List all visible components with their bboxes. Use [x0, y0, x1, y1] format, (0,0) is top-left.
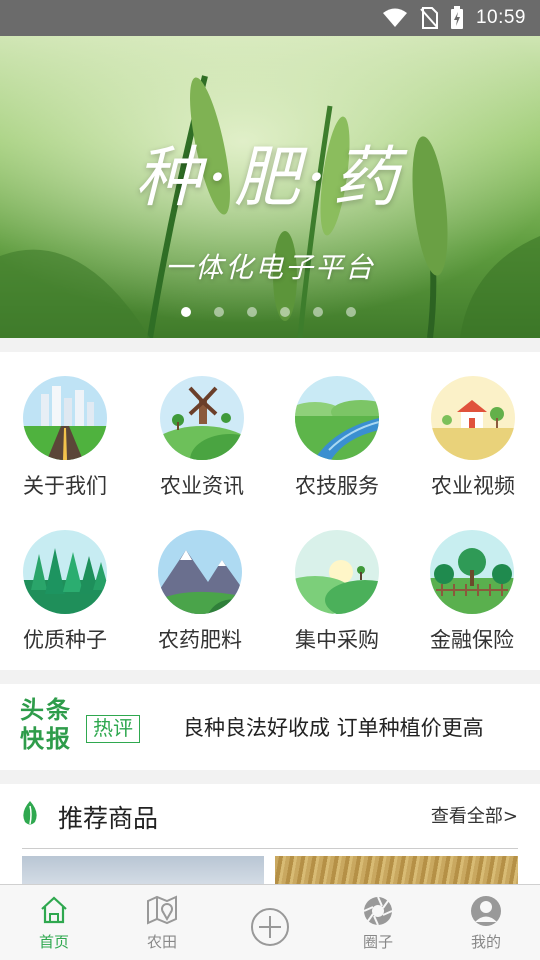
tab-label: 首页 [38, 933, 69, 951]
category-label: 农技服务 [295, 474, 379, 498]
bottom-tab-bar: 首页 农田 圈子 我的 [0, 884, 540, 960]
carousel-indicator [181, 307, 356, 317]
recommend-section: 推荐商品 查看全部> [0, 784, 540, 886]
clock: 10:59 [475, 7, 526, 28]
category-label: 集中采购 [295, 628, 379, 652]
home-icon [41, 896, 67, 924]
tab-label: 我的 [470, 933, 501, 951]
no-sim-icon [420, 7, 438, 29]
category-agri-video[interactable]: 农业视频 [413, 376, 533, 500]
banner-carousel[interactable]: 种·肥·药 一体化电子平台 [0, 36, 540, 338]
recommend-title: 推荐商品 [58, 804, 159, 833]
carousel-dot[interactable] [346, 307, 356, 317]
product-thumbnail[interactable] [22, 856, 264, 886]
headline-logo-line2: 快报 [20, 725, 72, 753]
city-road-icon [23, 376, 107, 460]
carousel-dot[interactable] [247, 307, 257, 317]
headline-logo-line1: 头条 [20, 696, 72, 724]
category-agri-news[interactable]: 农业资讯 [142, 376, 262, 500]
sunrise-hills-icon [295, 530, 379, 614]
map-pin-icon [147, 895, 177, 925]
category-label: 优质种子 [23, 628, 107, 652]
battery-charging-icon [450, 6, 463, 29]
wifi-icon [382, 8, 407, 27]
headline-news[interactable]: 头条 快报 热评 良种良法好收成 订单种植价更高 [0, 684, 540, 770]
mountain-icon [158, 530, 242, 614]
carousel-dot[interactable] [181, 307, 191, 317]
plus-circle-icon [251, 908, 289, 946]
forest-icon [23, 530, 107, 614]
category-label: 关于我们 [23, 474, 107, 498]
tab-farmland[interactable]: 农田 [108, 885, 216, 960]
banner-title: 种·肥·药 [135, 139, 405, 216]
banner-subtitle: 一体化电子平台 [164, 251, 375, 284]
category-finance-insurance[interactable]: 金融保险 [412, 530, 532, 654]
tab-profile[interactable]: 我的 [432, 885, 540, 960]
carousel-dot[interactable] [214, 307, 224, 317]
aperture-icon [363, 896, 393, 926]
tab-circle[interactable]: 圈子 [324, 885, 432, 960]
tab-label: 圈子 [362, 933, 393, 951]
category-quality-seeds[interactable]: 优质种子 [5, 530, 125, 654]
view-all-link[interactable]: 查看全部> [431, 802, 518, 828]
category-about-us[interactable]: 关于我们 [5, 376, 125, 500]
farmhouse-icon [431, 376, 515, 460]
leaf-icon [23, 801, 37, 825]
river-field-icon [295, 376, 379, 460]
carousel-dot[interactable] [313, 307, 323, 317]
product-thumbnail[interactable] [275, 856, 518, 886]
category-group-purchase[interactable]: 集中采购 [277, 530, 397, 654]
headline-logo: 头条 快报 [20, 696, 76, 754]
windmill-icon [160, 376, 244, 460]
divider [22, 848, 518, 849]
user-icon [471, 896, 501, 926]
tab-label: 农田 [146, 933, 177, 951]
headline-tag: 热评 [86, 715, 140, 743]
tab-publish[interactable] [216, 885, 324, 960]
category-pesticide-fertilizer[interactable]: 农药肥料 [140, 530, 260, 654]
headline-text[interactable]: 良种良法好收成 订单种植价更高 [183, 712, 484, 742]
app-screen: 10:59 种·肥·药 一体化电子平台 关于我们 农业资讯 农技服务 农业视频 … [0, 0, 540, 960]
tree-fence-icon [430, 530, 514, 614]
category-label: 金融保险 [430, 628, 514, 652]
tab-home[interactable]: 首页 [0, 885, 108, 960]
category-label: 农药肥料 [158, 628, 242, 652]
category-label: 农业视频 [431, 474, 515, 498]
category-label: 农业资讯 [160, 474, 244, 498]
category-grid: 关于我们 农业资讯 农技服务 农业视频 优质种子 农药肥料 集中采购 金融保险 [0, 352, 540, 670]
category-agri-tech-service[interactable]: 农技服务 [277, 376, 397, 500]
carousel-dot[interactable] [280, 307, 290, 317]
status-bar: 10:59 [0, 0, 540, 36]
